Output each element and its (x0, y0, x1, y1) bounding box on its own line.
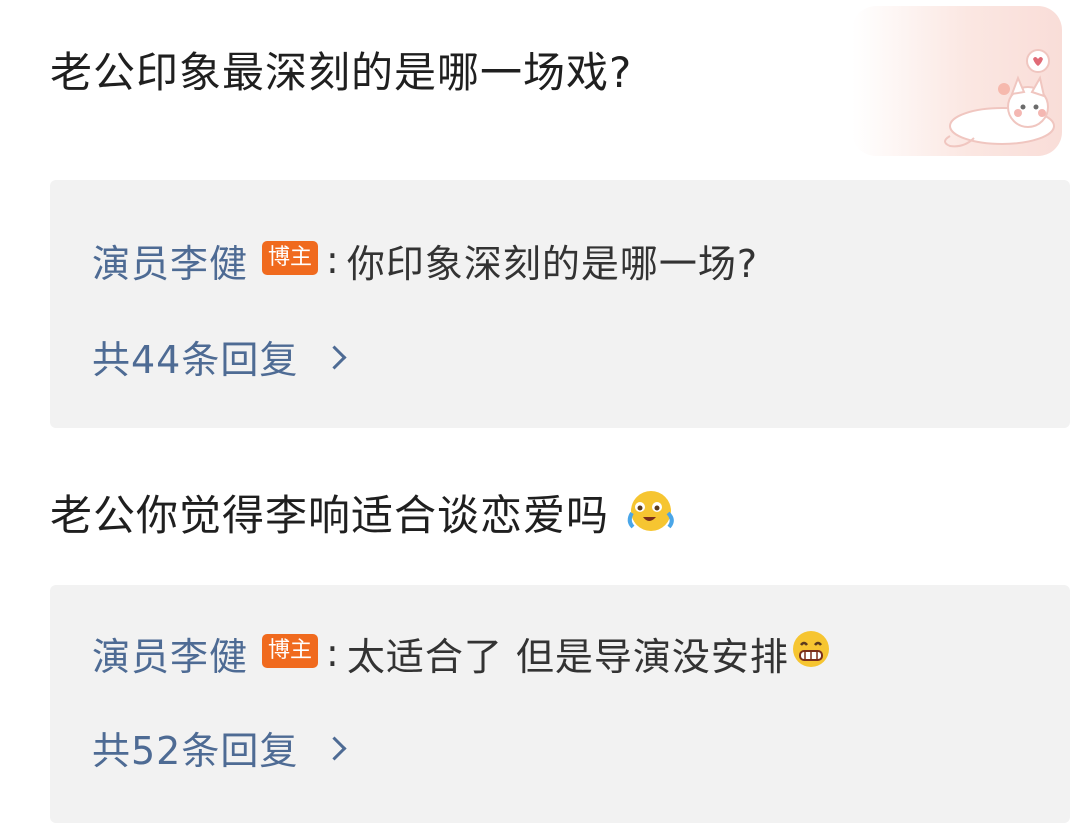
reply-author[interactable]: 演员李健 (92, 233, 248, 288)
reply-count-label: 共44条回复 (92, 337, 299, 382)
reply-preview[interactable]: 演员李健 博主 : 太适合了 但是导演没安排 共52条回复 (50, 585, 1070, 823)
reply-line: 演员李健 博主 : 太适合了 但是导演没安排 (92, 627, 833, 679)
reply-count-label: 共52条回复 (92, 728, 299, 773)
grinning-emoji-icon (789, 628, 833, 679)
chevron-right-icon (322, 344, 347, 370)
reply-author[interactable]: 演员李健 (92, 626, 248, 681)
view-replies-link[interactable]: 共52条回复 (92, 721, 347, 773)
comment-text: 老公印象最深刻的是哪一场戏? (50, 48, 633, 97)
reply-colon: : (326, 238, 339, 282)
reply-text: 太适合了 但是导演没安排 (346, 634, 789, 679)
blogger-badge: 博主 (262, 241, 319, 275)
cat-icon (944, 49, 1055, 148)
comment-text: 老公你觉得李响适合谈恋爱吗 (50, 491, 610, 540)
chevron-right-icon (322, 735, 347, 761)
cat-sticker-icon (852, 6, 1062, 156)
comment-text-row: 老公你觉得李响适合谈恋爱吗 (50, 487, 679, 550)
reply-colon: : (326, 631, 339, 675)
reply-line: 演员李健 博主 : 你印象深刻的是哪一场? (92, 234, 758, 286)
reply-text: 你印象深刻的是哪一场? (346, 241, 759, 286)
view-replies-link[interactable]: 共44条回复 (92, 330, 347, 382)
reply-preview[interactable]: 演员李健 博主 : 你印象深刻的是哪一场? 共44条回复 (50, 180, 1070, 428)
crying-laughing-emoji-icon (623, 487, 679, 550)
blogger-badge: 博主 (262, 634, 319, 668)
